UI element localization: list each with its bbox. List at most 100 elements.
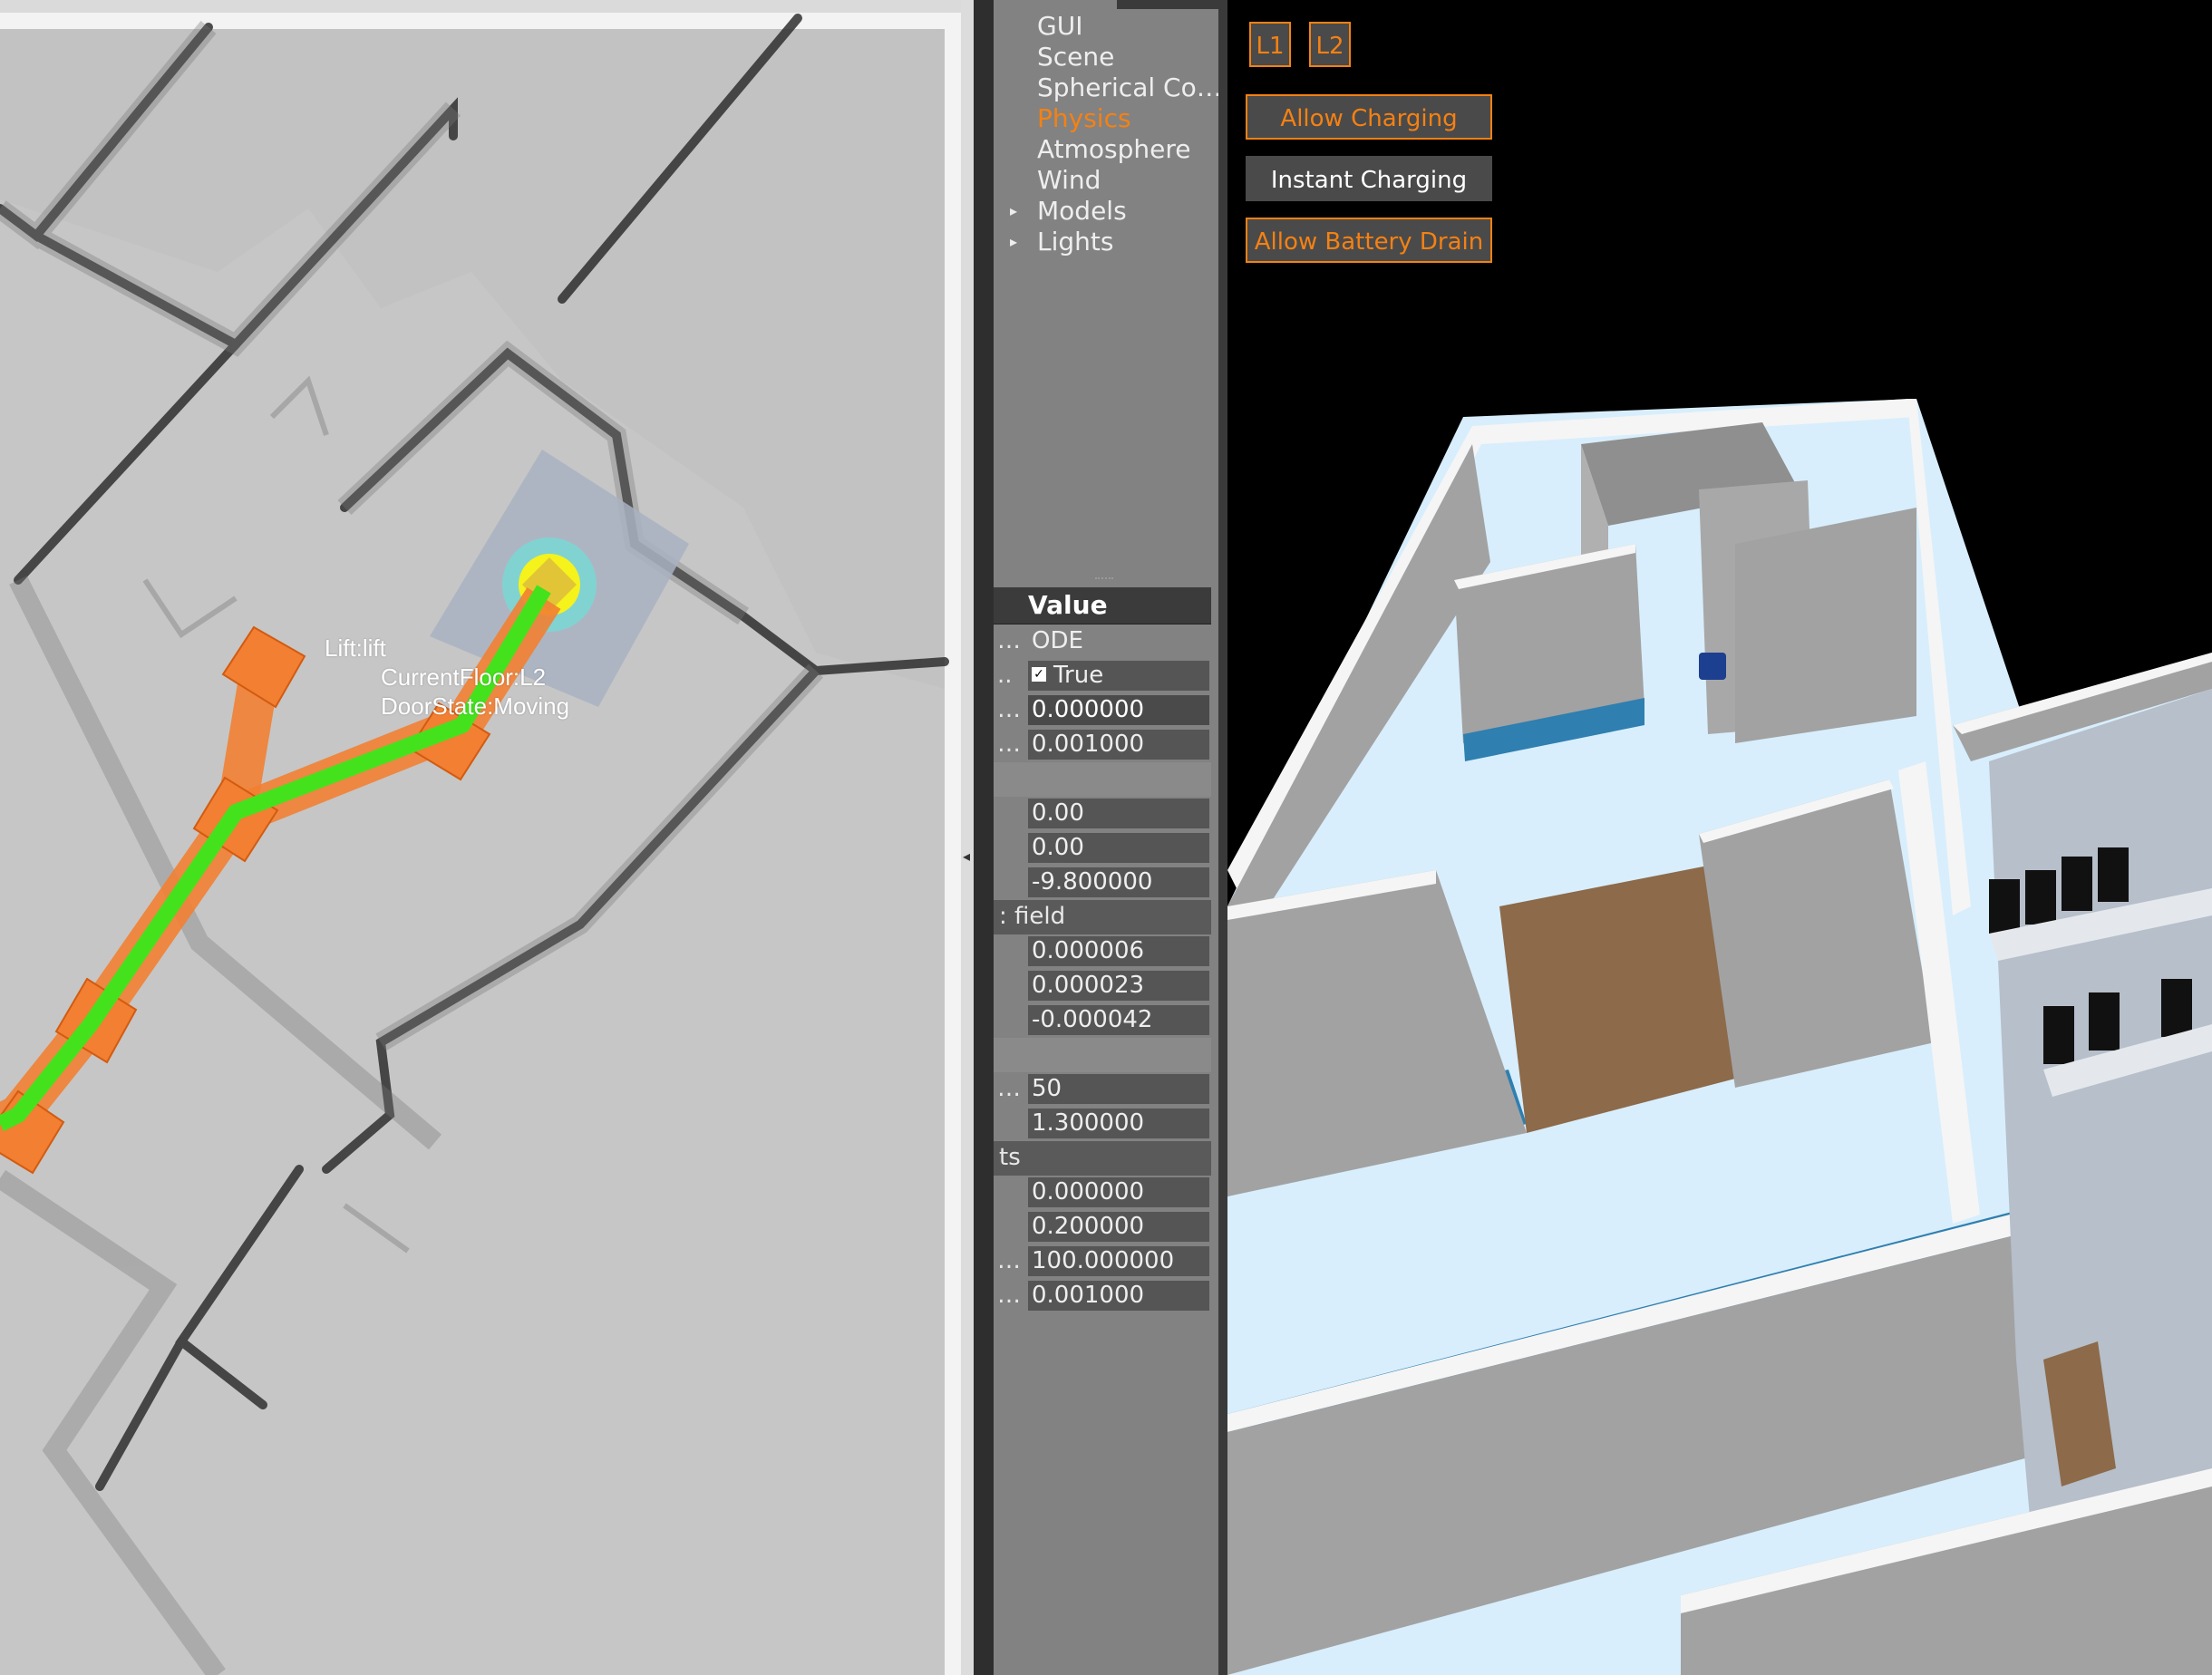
tree-item-label: Atmosphere (1037, 134, 1191, 164)
expand-arrow-icon[interactable]: ▸ (1010, 227, 1017, 257)
property-row[interactable] (994, 762, 1211, 797)
property-value-text: 0.001000 (1032, 1282, 1145, 1309)
property-key: … (997, 1282, 1021, 1309)
property-value-text: 0.200000 (1032, 1213, 1145, 1240)
property-value-text: True (1053, 662, 1104, 689)
tree-item-physics[interactable]: Physics (994, 103, 1218, 134)
panel-splitter[interactable]: ◂ (961, 0, 974, 1675)
property-row[interactable]: … 50 (994, 1072, 1211, 1107)
property-value[interactable]: 0.001000 (1028, 730, 1209, 760)
property-value[interactable]: 0.000006 (1028, 936, 1209, 966)
property-row[interactable]: : field (994, 900, 1211, 934)
property-value-text: 0.000000 (1032, 1178, 1145, 1205)
property-value-text: -9.800000 (1032, 868, 1153, 896)
property-key (994, 831, 1030, 865)
property-row[interactable]: 0.00 (994, 797, 1211, 831)
property-value-text: 0.000006 (1032, 937, 1145, 964)
property-value[interactable]: ✓ True (1028, 661, 1209, 691)
property-key: .. (997, 662, 1013, 689)
property-row[interactable]: .. ✓ True (994, 659, 1211, 693)
tree-item-label: Scene (1037, 42, 1115, 72)
property-key (994, 1176, 1030, 1209)
property-row[interactable]: 0.000023 (994, 969, 1211, 1003)
property-row[interactable]: ts (994, 1141, 1211, 1176)
property-value-text: ODE (1032, 627, 1083, 654)
property-value[interactable]: 0.200000 (1028, 1212, 1209, 1242)
property-key: ts (999, 1144, 1021, 1171)
floor-button-l1[interactable]: L1 (1249, 22, 1291, 67)
property-row[interactable]: 0.000000 (994, 1176, 1211, 1210)
property-row[interactable]: … 0.000000 (994, 693, 1211, 728)
property-value-text: 1.300000 (1032, 1109, 1145, 1137)
property-value-text: 0.00 (1032, 834, 1084, 861)
tree-item-lights[interactable]: ▸ Lights (994, 227, 1218, 257)
property-value-text: 0.00 (1032, 799, 1084, 827)
property-value[interactable]: 0.001000 (1028, 1281, 1209, 1311)
lift-current-floor-label: CurrentFloor:L2 (381, 663, 547, 691)
world-panel: GUI Scene Spherical Co… Physics Atmosphere Wi… (974, 0, 1227, 1675)
tree-item-models[interactable]: ▸ Models (994, 196, 1218, 227)
property-key (994, 934, 1030, 968)
property-row[interactable]: … ODE (994, 624, 1211, 659)
property-value[interactable]: 1.300000 (1028, 1109, 1209, 1138)
property-key: … (997, 731, 1021, 758)
property-value[interactable]: 0.00 (1028, 799, 1209, 828)
allow-battery-drain-button[interactable]: Allow Battery Drain (1246, 218, 1492, 263)
tree-item-label: Physics (1037, 103, 1131, 133)
value-column-header: Value (994, 587, 1211, 624)
checkbox[interactable]: ✓ (1032, 666, 1046, 682)
collapse-left-icon[interactable]: ◂ (963, 847, 970, 865)
tree-item-wind[interactable]: Wind (994, 165, 1218, 196)
property-value[interactable]: 0.000000 (1028, 695, 1209, 725)
tree-item-gui[interactable]: GUI (994, 11, 1218, 42)
tree-properties-splitter[interactable] (1095, 577, 1113, 583)
property-value[interactable]: 0.000000 (1028, 1177, 1209, 1207)
property-value[interactable]: 0.000023 (1028, 971, 1209, 1001)
property-key (994, 969, 1030, 1002)
property-value[interactable]: 100.000000 (1028, 1246, 1209, 1276)
property-value-text: 0.000023 (1032, 972, 1145, 999)
property-key (994, 797, 1030, 830)
property-key (994, 1003, 1030, 1037)
property-row[interactable]: -0.000042 (994, 1003, 1211, 1038)
physics-properties-table: Value … ODE.. ✓ True… 0.000000… 0.001000 0.00 0… (994, 587, 1211, 1313)
gazebo-3d-scene[interactable]: L1 L2 Allow Charging Instant Charging Al… (1227, 0, 2212, 1675)
property-row[interactable]: 0.00 (994, 831, 1211, 866)
property-key: … (997, 1075, 1021, 1102)
tree-item-scene[interactable]: Scene (994, 42, 1218, 73)
occupancy-map (0, 0, 961, 1675)
property-key (994, 866, 1030, 899)
property-row[interactable] (994, 1038, 1211, 1072)
allow-charging-button[interactable]: Allow Charging (1246, 94, 1492, 140)
lift-name-label: Lift:lift (325, 634, 386, 662)
tree-item-label: Models (1037, 196, 1127, 226)
tree-item-spherical-co[interactable]: Spherical Co… (994, 73, 1218, 103)
tree-item-label: Spherical Co… (1037, 73, 1218, 102)
property-value-text: 0.000000 (1032, 696, 1145, 723)
panel-tab-handle[interactable] (1117, 0, 1218, 9)
property-key (994, 762, 1030, 796)
expand-arrow-icon[interactable]: ▸ (1010, 196, 1017, 227)
property-key: … (997, 1247, 1021, 1274)
property-row[interactable]: 1.300000 (994, 1107, 1211, 1141)
world-panel-edge (1218, 0, 1227, 1675)
property-key (994, 1107, 1030, 1140)
property-row[interactable]: … 0.001000 (994, 1279, 1211, 1313)
property-key (994, 1038, 1030, 1071)
property-value[interactable]: ODE (1028, 626, 1209, 656)
property-value-text: 100.000000 (1032, 1247, 1175, 1274)
property-value-text: 0.001000 (1032, 731, 1145, 758)
property-value[interactable]: 0.00 (1028, 833, 1209, 863)
property-row[interactable]: … 0.001000 (994, 728, 1211, 762)
instant-charging-button[interactable]: Instant Charging (1246, 156, 1492, 201)
property-row[interactable]: 0.200000 (994, 1210, 1211, 1244)
property-row[interactable]: … 100.000000 (994, 1244, 1211, 1279)
property-value[interactable]: -9.800000 (1028, 867, 1209, 897)
property-row[interactable]: 0.000006 (994, 934, 1211, 969)
property-value[interactable]: -0.000042 (1028, 1005, 1209, 1035)
rviz-map-view[interactable]: Lift:lift CurrentFloor:L2 DoorState:Movi… (0, 0, 961, 1675)
property-row[interactable]: -9.800000 (994, 866, 1211, 900)
property-value[interactable]: 50 (1028, 1074, 1209, 1104)
floor-button-l2[interactable]: L2 (1309, 22, 1351, 67)
tree-item-atmosphere[interactable]: Atmosphere (994, 134, 1218, 165)
